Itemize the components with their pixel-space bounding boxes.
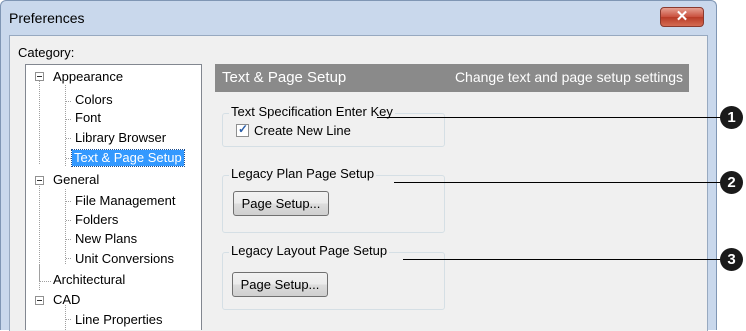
tree-item-appearance[interactable]: Appearance: [51, 69, 125, 85]
create-new-line-label[interactable]: Create New Line: [254, 123, 351, 138]
tree-item-file-management[interactable]: File Management: [73, 193, 177, 209]
close-button[interactable]: ✕: [660, 7, 704, 27]
callout-line-3: [403, 259, 721, 260]
title-bar[interactable]: Preferences ✕: [1, 1, 716, 35]
layout-page-setup-button[interactable]: Page Setup...: [232, 272, 328, 297]
callout-line-1: [377, 117, 721, 118]
tree-item-unit-conversions[interactable]: Unit Conversions: [73, 251, 176, 267]
tree-item-folders[interactable]: Folders: [73, 212, 120, 228]
tree-item-colors[interactable]: Colors: [73, 92, 115, 108]
category-tree[interactable]: Appearance Colors Font Library Browser T…: [25, 64, 202, 330]
tree-item-general[interactable]: General: [51, 172, 101, 188]
tree-item-text-page-setup[interactable]: Text & Page Setup: [71, 149, 185, 167]
text-spec-group-label: Text Specification Enter Key: [229, 104, 395, 119]
tree-item-library-browser[interactable]: Library Browser: [73, 130, 168, 146]
plan-page-setup-button[interactable]: Page Setup...: [233, 191, 329, 216]
collapse-cad-icon[interactable]: [35, 296, 44, 305]
panel-header: Text & Page Setup Change text and page s…: [215, 64, 689, 92]
collapse-appearance-icon[interactable]: [35, 72, 44, 81]
category-label: Category:: [18, 45, 75, 60]
window-title: Preferences: [9, 10, 85, 26]
callout-badge-3: 3: [720, 248, 743, 271]
tree-item-new-plans[interactable]: New Plans: [73, 231, 139, 247]
tree-item-cad[interactable]: CAD: [51, 292, 82, 308]
collapse-general-icon[interactable]: [35, 176, 44, 185]
panel-description: Change text and page setup settings: [454, 69, 683, 85]
close-icon: ✕: [675, 8, 689, 25]
callout-line-2: [394, 182, 721, 183]
legacy-plan-group-label: Legacy Plan Page Setup: [229, 166, 377, 181]
callout-badge-2: 2: [720, 171, 743, 194]
tree-item-line-properties[interactable]: Line Properties: [73, 312, 164, 328]
legacy-layout-group-label: Legacy Layout Page Setup: [229, 243, 390, 258]
create-new-line-checkbox[interactable]: [236, 122, 249, 137]
tree-item-font[interactable]: Font: [73, 110, 103, 126]
tree-item-architectural[interactable]: Architectural: [51, 272, 127, 288]
callout-badge-1: 1: [720, 106, 743, 129]
panel-title: Text & Page Setup: [222, 69, 347, 86]
